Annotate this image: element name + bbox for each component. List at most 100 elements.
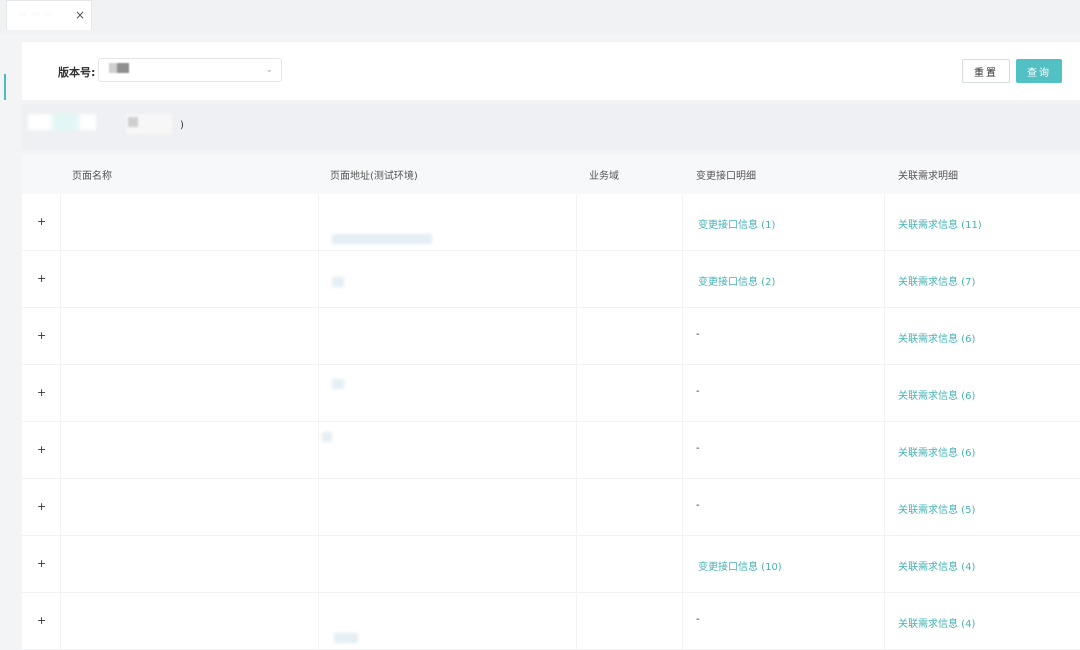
table-row: + - 关联需求信息 (6) [22, 308, 1080, 365]
tab-bar: ·· ·· ·· × [0, 0, 1080, 34]
expand-row-button[interactable]: + [37, 272, 46, 285]
toolbar-paren: ) [180, 120, 184, 131]
tab-current[interactable]: ·· ·· ·· × [6, 0, 92, 30]
column-divider [318, 479, 319, 536]
column-divider [884, 365, 885, 422]
requirements-link[interactable]: 关联需求信息 (7) [898, 273, 975, 288]
column-divider [884, 479, 885, 536]
requirements-link[interactable]: 关联需求信息 (4) [898, 558, 975, 573]
tab-label: ·· ·· ·· [19, 10, 53, 21]
column-divider [60, 593, 61, 650]
column-divider [60, 194, 61, 251]
table-row: + 变更接口信息 (10) 关联需求信息 (4) [22, 536, 1080, 593]
column-divider [576, 308, 577, 365]
column-divider [884, 194, 885, 251]
redacted-url [332, 277, 344, 287]
requirements-link[interactable]: 关联需求信息 (6) [898, 330, 975, 345]
expand-row-button[interactable]: + [37, 614, 46, 627]
table-row: + - 关联需求信息 (4) [22, 593, 1080, 650]
requirements-link[interactable]: 关联需求信息 (6) [898, 387, 975, 402]
requirements-link[interactable]: 关联需求信息 (4) [898, 615, 975, 630]
redacted-url [332, 234, 432, 244]
column-divider [884, 536, 885, 593]
empty-value: - [696, 500, 700, 511]
interface-changes-link[interactable]: 变更接口信息 (10) [698, 558, 782, 573]
chevron-down-icon: ⌄ [265, 65, 273, 75]
column-header-interface-changes: 变更接口明细 [696, 171, 756, 182]
toolbar: ) [22, 104, 1080, 150]
table-row: + - 关联需求信息 (6) [22, 365, 1080, 422]
requirements-link[interactable]: 关联需求信息 (5) [898, 501, 975, 516]
column-divider [884, 308, 885, 365]
table-row: + 变更接口信息 (1) 关联需求信息 (11) [22, 194, 1080, 251]
table-row: + 变更接口信息 (2) 关联需求信息 (7) [22, 251, 1080, 308]
column-header-requirements: 关联需求明细 [898, 171, 958, 182]
expand-row-button[interactable]: + [37, 557, 46, 570]
expand-row-button[interactable]: + [37, 329, 46, 342]
interface-changes-link[interactable]: 变更接口信息 (2) [698, 273, 775, 288]
filter-panel: 版本号: ⌄ 重置 查询 [22, 42, 1080, 100]
column-divider [682, 479, 683, 536]
column-divider [576, 593, 577, 650]
column-divider [682, 422, 683, 479]
column-divider [884, 422, 885, 479]
column-divider [318, 308, 319, 365]
empty-value: - [696, 386, 700, 397]
query-button[interactable]: 查询 [1016, 59, 1062, 83]
column-divider [576, 536, 577, 593]
column-divider [576, 422, 577, 479]
requirements-link[interactable]: 关联需求信息 (11) [898, 216, 982, 231]
requirements-link[interactable]: 关联需求信息 (6) [898, 444, 975, 459]
column-divider [318, 365, 319, 422]
toolbar-item-redacted[interactable] [126, 114, 172, 134]
close-icon[interactable]: × [75, 8, 85, 22]
empty-value: - [696, 329, 700, 340]
redacted-url [322, 432, 332, 442]
column-divider [884, 251, 885, 308]
expand-row-button[interactable]: + [37, 215, 46, 228]
table-row: + - 关联需求信息 (6) [22, 422, 1080, 479]
column-divider [576, 365, 577, 422]
column-divider [60, 308, 61, 365]
column-header-page-name: 页面名称 [72, 171, 112, 182]
column-divider [318, 536, 319, 593]
column-divider [576, 251, 577, 308]
column-divider [576, 479, 577, 536]
column-divider [60, 479, 61, 536]
empty-value: - [696, 614, 700, 625]
column-divider [682, 308, 683, 365]
column-divider [682, 536, 683, 593]
column-divider [576, 194, 577, 251]
expand-row-button[interactable]: + [37, 386, 46, 399]
version-select[interactable]: ⌄ [98, 58, 282, 82]
interface-changes-link[interactable]: 变更接口信息 (1) [698, 216, 775, 231]
column-divider [682, 251, 683, 308]
column-header-page-url: 页面地址(测试环境) [330, 171, 418, 182]
expand-row-button[interactable]: + [37, 500, 46, 513]
table-body: + 变更接口信息 (1) 关联需求信息 (11) + 变更接口信息 (2) 关联… [22, 194, 1080, 650]
column-divider [318, 194, 319, 251]
version-label: 版本号: [58, 66, 96, 79]
redacted-url [332, 379, 344, 389]
empty-value: - [696, 443, 700, 454]
column-divider [682, 365, 683, 422]
column-divider [884, 593, 885, 650]
column-divider [682, 194, 683, 251]
column-divider [60, 536, 61, 593]
redacted-url [334, 633, 358, 643]
column-divider [318, 593, 319, 650]
column-divider [60, 251, 61, 308]
column-divider [682, 593, 683, 650]
column-divider [318, 251, 319, 308]
column-divider [60, 365, 61, 422]
version-value-redacted [109, 63, 129, 73]
column-divider [318, 422, 319, 479]
table-header: 页面名称 页面地址(测试环境) 业务域 变更接口明细 关联需求明细 [22, 154, 1080, 194]
expand-row-button[interactable]: + [37, 443, 46, 456]
toolbar-tab-redacted[interactable] [28, 114, 96, 130]
column-header-business-domain: 业务域 [589, 171, 619, 182]
reset-button[interactable]: 重置 [962, 59, 1010, 83]
column-divider [60, 422, 61, 479]
table-row: + - 关联需求信息 (5) [22, 479, 1080, 536]
sidebar-accent [4, 74, 6, 100]
